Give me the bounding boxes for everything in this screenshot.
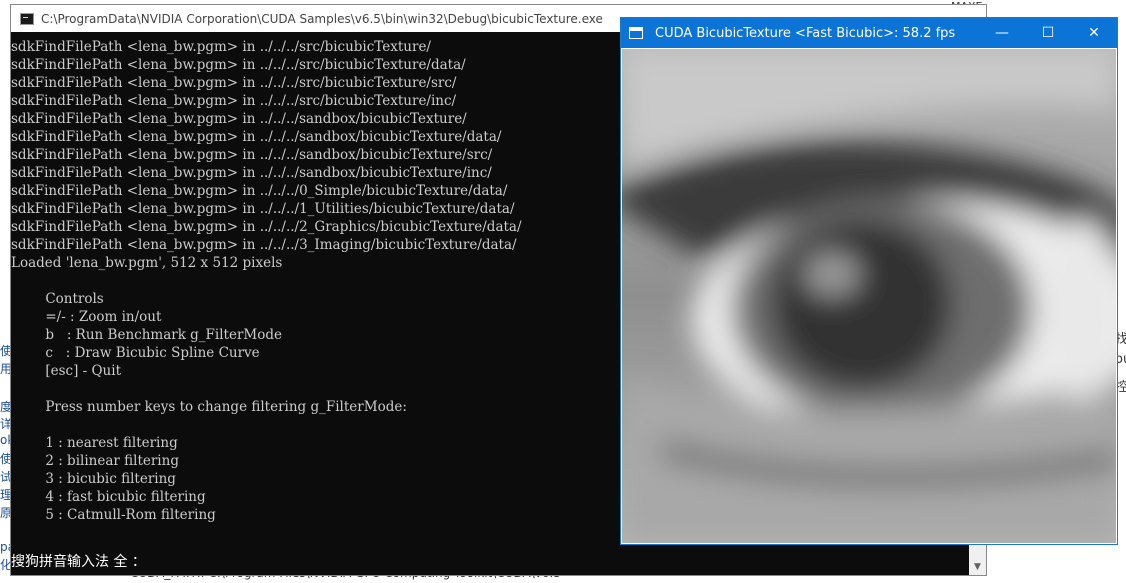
maximize-button[interactable]: ☐ (1025, 18, 1071, 48)
cuda-window[interactable]: CUDA BicubicTexture <Fast Bicubic>: 58.2… (620, 17, 1118, 545)
console-app-icon (20, 12, 34, 25)
cuda-titlebar[interactable]: CUDA BicubicTexture <Fast Bicubic>: 58.2… (621, 18, 1117, 48)
cuda-title: CUDA BicubicTexture <Fast Bicubic>: 58.2… (655, 25, 956, 41)
close-button[interactable]: ✕ (1071, 18, 1117, 48)
minimize-button[interactable]: — (979, 18, 1025, 48)
blurred-eye-image (622, 49, 1116, 543)
close-icon: ✕ (1088, 25, 1100, 41)
chevron-down-icon[interactable]: ▼ (969, 558, 986, 575)
ime-status-bar: 搜狗拼音输入法 全 ： (11, 554, 146, 570)
maximize-icon: ☐ (1041, 25, 1055, 41)
rendered-image-canvas[interactable] (622, 49, 1116, 543)
console-title: C:\ProgramData\NVIDIA Corporation\CUDA S… (41, 11, 603, 26)
window-app-icon (629, 27, 643, 39)
minimize-icon: — (995, 25, 1009, 41)
